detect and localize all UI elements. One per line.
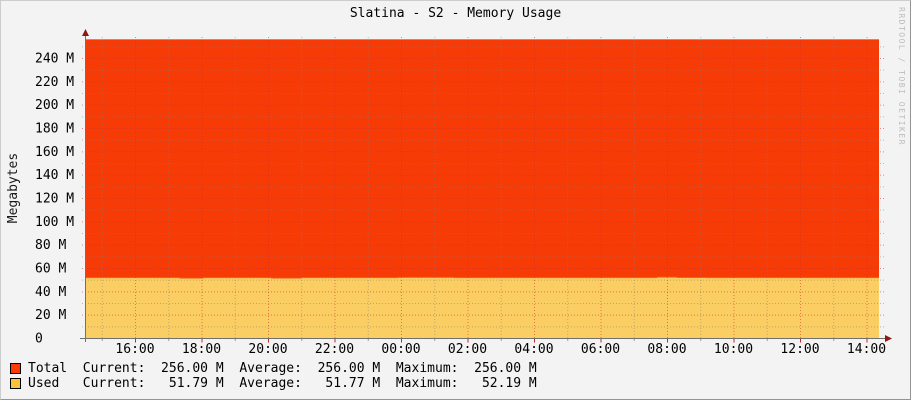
- x-tick-label: 04:00: [514, 342, 553, 357]
- y-tick-label: 180 M: [35, 122, 74, 137]
- y-tick-label: 0: [35, 332, 43, 347]
- chart-areas: [85, 39, 879, 338]
- x-tick-label: 16:00: [115, 342, 154, 357]
- y-tick-label: 140 M: [35, 168, 74, 183]
- x-tick-label: 08:00: [647, 342, 686, 357]
- legend-stats-text: Used Current: 51.79 M Average: 51.77 M M…: [28, 376, 537, 391]
- y-tick-label: 200 M: [35, 98, 74, 113]
- graph-legend: Total Current: 256.00 M Average: 256.00 …: [10, 361, 537, 391]
- y-tick-label: 240 M: [35, 52, 74, 67]
- x-tick-label: 18:00: [182, 342, 221, 357]
- x-tick-label: 14:00: [847, 342, 886, 357]
- y-tick-label: 40 M: [35, 285, 66, 300]
- x-tick-label: 12:00: [780, 342, 819, 357]
- y-tick-label: 80 M: [35, 238, 66, 253]
- x-tick-label: 20:00: [248, 342, 287, 357]
- memory-usage-chart-canvas: 0 20 M 40 M 60 M 80 M 100 M 120 M 140 M 160 …: [35, 29, 892, 357]
- y-tick-label: 160 M: [35, 145, 74, 160]
- x-tick-label: 10:00: [714, 342, 753, 357]
- legend-row-used: Used Current: 51.79 M Average: 51.77 M M…: [10, 376, 537, 391]
- legend-swatch-total: [10, 363, 21, 374]
- y-tick-label: 120 M: [35, 192, 74, 207]
- y-tick-label: 60 M: [35, 262, 66, 277]
- x-tick-label: 00:00: [381, 342, 420, 357]
- x-tick-label: 02:00: [448, 342, 487, 357]
- y-tick-label: 100 M: [35, 215, 74, 230]
- legend-row-total: Total Current: 256.00 M Average: 256.00 …: [10, 361, 537, 376]
- x-tick-label: 22:00: [315, 342, 354, 357]
- x-tick-label: 06:00: [581, 342, 620, 357]
- legend-swatch-used: [10, 378, 21, 389]
- y-tick-label: 20 M: [35, 308, 66, 323]
- y-tick-label: 220 M: [35, 75, 74, 90]
- legend-stats-text: Total Current: 256.00 M Average: 256.00 …: [28, 361, 537, 376]
- rrdtool-graph-window: Slatina - S2 - Memory Usage Megabytes RR…: [0, 0, 911, 400]
